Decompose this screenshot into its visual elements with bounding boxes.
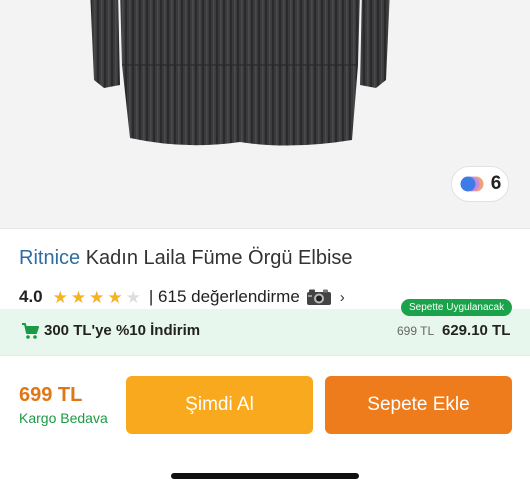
star-icon: ★: [89, 287, 105, 307]
divider: [0, 355, 530, 356]
promotion-text: 300 TL'ye %10 İndirim: [44, 322, 201, 339]
rating-value: 4.0: [19, 287, 43, 306]
color-count: 6: [490, 173, 502, 194]
old-price: 699 TL: [397, 324, 435, 338]
star-icon: ★: [70, 287, 87, 307]
star-icon: ★: [107, 287, 123, 307]
color-variants-icon: [460, 176, 484, 192]
promotion-badge: Sepette Uygulanacak: [401, 299, 513, 316]
buy-now-button[interactable]: Şimdi Al: [126, 376, 313, 434]
camera-icon: [306, 289, 331, 305]
divider: [0, 228, 530, 229]
review-count[interactable]: | 615 değerlendirme: [149, 287, 300, 307]
star-icon: ★: [125, 287, 141, 307]
rating-row[interactable]: 4.0 ★ ★ ★ ★ ★ | 615 değerlendirme ›: [19, 286, 345, 308]
color-variants-badge[interactable]: 6: [451, 166, 509, 202]
product-image[interactable]: 6: [0, 0, 530, 228]
free-shipping-label: Kargo Bedava: [19, 410, 108, 426]
home-indicator: [171, 473, 359, 479]
product-title: Ritnice Kadın Laila Füme Örgü Elbise: [19, 247, 353, 270]
cart-icon: [22, 323, 39, 339]
chevron-right-icon: ›: [339, 288, 345, 306]
rating-stars: ★ ★ ★ ★ ★: [53, 289, 141, 306]
add-to-cart-button[interactable]: Sepete Ekle: [325, 376, 512, 434]
price: 699 TL: [19, 384, 83, 406]
brand-link[interactable]: Ritnice: [19, 247, 80, 269]
discounted-price: 629.10 TL: [442, 322, 511, 339]
star-icon: ★: [52, 287, 68, 307]
product-name: Kadın Laila Füme Örgü Elbise: [85, 247, 353, 269]
sweater-image: [90, 0, 390, 146]
